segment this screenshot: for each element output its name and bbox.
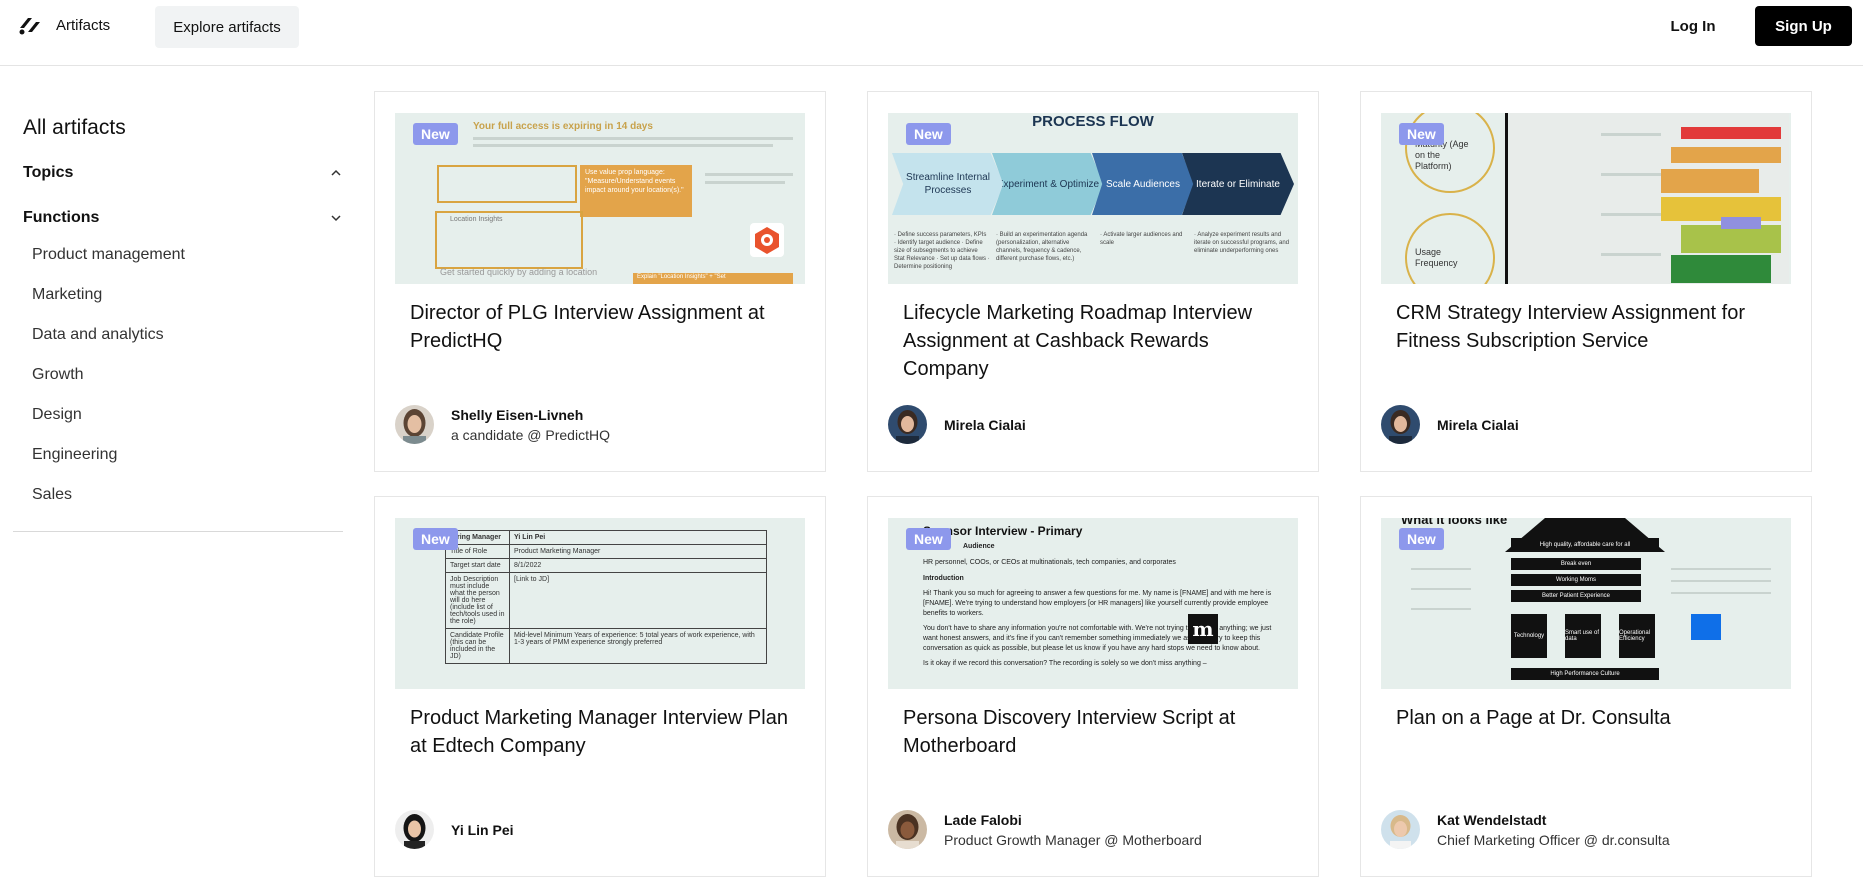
thumb-text: Technology	[1511, 614, 1547, 658]
author-name: Mirela Cialai	[944, 416, 1026, 433]
function-item-design[interactable]: Design	[32, 395, 185, 435]
function-item-engineering[interactable]: Engineering	[32, 435, 185, 475]
thumb-text: Sponsor Interview - Primary Audience HR …	[923, 524, 1272, 667]
function-list: Product management Marketing Data and an…	[32, 235, 185, 515]
new-badge: New	[906, 528, 951, 550]
dr-consulta-logo-icon	[1691, 614, 1721, 640]
author-name: Lade Falobi	[944, 811, 1022, 828]
thumb-step: Experiment & Optimize	[992, 153, 1104, 215]
artifact-title[interactable]: Plan on a Page at Dr. Consulta	[1396, 704, 1791, 732]
author-info: Kat Wendelstadt Chief Marketing Officer …	[1381, 810, 1670, 849]
artifact-card[interactable]: New PROCESS FLOW Streamline Internal Pro…	[867, 91, 1319, 472]
chevron-down-icon	[331, 215, 341, 222]
author-name: Mirela Cialai	[1437, 416, 1519, 433]
author-info: Mirela Cialai	[1381, 405, 1519, 444]
new-badge: New	[413, 123, 458, 145]
motherboard-logo-icon: m	[1188, 614, 1218, 644]
artifacts-logo-icon	[19, 18, 40, 35]
filter-sidebar: All artifacts Topics Functions Product m…	[13, 66, 343, 532]
thumb-text: Smart use of data	[1565, 614, 1601, 658]
functions-toggle[interactable]: Functions	[23, 204, 343, 232]
thumb-text: Get started quickly by adding a location	[440, 267, 598, 277]
author-name: Yi Lin Pei	[451, 821, 514, 838]
thumb-text: Use value prop language: "Measure/Unders…	[585, 169, 684, 194]
thumb-step: Scale Audiences	[1092, 153, 1194, 215]
author-info: Yi Lin Pei	[395, 810, 514, 849]
functions-label: Functions	[23, 209, 100, 226]
avatar	[1381, 810, 1420, 849]
author-name: Kat Wendelstadt	[1437, 811, 1547, 828]
avatar	[395, 405, 434, 444]
thumb-step: Iterate or Eliminate	[1182, 153, 1294, 215]
thumb-text: · Activate larger audiences and scale	[1100, 232, 1183, 246]
login-button[interactable]: Log In	[1660, 8, 1726, 44]
explore-artifacts-button[interactable]: Explore artifacts	[155, 6, 299, 48]
author-role: Product Growth Manager @ Motherboard	[944, 831, 1202, 848]
thumb-text: · Build an experimentation agenda (perso…	[996, 232, 1088, 262]
artifact-card[interactable]: New Sponsor Interview - Primary Audience…	[867, 496, 1319, 877]
artifact-title[interactable]: Lifecycle Marketing Roadmap Interview As…	[903, 299, 1298, 383]
thumb-text: · Define success parameters, KPIs · Iden…	[894, 232, 990, 270]
thumb-text: High quality, affordable care for all	[1511, 538, 1659, 552]
predicthq-logo-icon	[750, 223, 784, 257]
thumb-step: Streamline Internal Processes	[892, 153, 1004, 215]
function-item-growth[interactable]: Growth	[32, 355, 185, 395]
thumb-heading: What it looks like	[1401, 518, 1508, 527]
avatar	[395, 810, 434, 849]
avatar	[888, 405, 927, 444]
artifact-card[interactable]: New Your full access is expiring in 14 d…	[374, 91, 826, 472]
all-artifacts-heading[interactable]: All artifacts	[23, 116, 126, 140]
artifact-thumbnail: New Sponsor Interview - Primary Audience…	[888, 518, 1298, 689]
artifact-thumbnail: New PROCESS FLOW Streamline Internal Pro…	[888, 113, 1298, 284]
author-info: Shelly Eisen-Livneh a candidate @ Predic…	[395, 405, 610, 444]
function-item-product-management[interactable]: Product management	[32, 235, 185, 275]
author-name: Shelly Eisen-Livneh	[451, 406, 584, 423]
thumb-text: Explain "Location Insights" + "Set	[637, 274, 726, 280]
artifact-title[interactable]: Director of PLG Interview Assignment at …	[410, 299, 805, 355]
brand-name: Artifacts	[56, 16, 111, 34]
function-item-marketing[interactable]: Marketing	[32, 275, 185, 315]
artifact-title[interactable]: Persona Discovery Interview Script at Mo…	[903, 704, 1298, 760]
topics-toggle[interactable]: Topics	[23, 159, 343, 187]
thumb-table: Hiring Manager Yi Lin Pei Title of Role Pr…	[445, 530, 767, 664]
new-badge: New	[906, 123, 951, 145]
thumb-text: High Performance Culture	[1511, 668, 1659, 680]
artifact-thumbnail: New Maturity (Age on the Platform) Usage…	[1381, 113, 1791, 284]
artifact-card[interactable]: New Maturity (Age on the Platform) Usage…	[1360, 91, 1812, 472]
topics-label: Topics	[23, 164, 74, 181]
thumb-text: Break even	[1511, 558, 1641, 570]
artifact-thumbnail: New Hiring Manager Yi Lin Pei Title of Ro…	[395, 518, 805, 689]
new-badge: New	[413, 528, 458, 550]
author-role: Chief Marketing Officer @ dr.consulta	[1437, 831, 1670, 848]
author-info: Lade Falobi Product Growth Manager @ Mot…	[888, 810, 1202, 849]
thumb-text: Operational Efficiency	[1619, 614, 1655, 658]
thumb-text: Usage Frequency	[1415, 247, 1458, 268]
artifact-card[interactable]: New Hiring Manager Yi Lin Pei Title of Ro…	[374, 496, 826, 877]
signup-button[interactable]: Sign Up	[1755, 6, 1852, 46]
top-nav: Artifacts Explore artifacts Log In Sign …	[0, 0, 1863, 66]
thumb-text: Better Patient Experience	[1511, 590, 1641, 602]
artifact-thumbnail: New What it looks like High quality, aff…	[1381, 518, 1791, 689]
avatar	[888, 810, 927, 849]
function-item-sales[interactable]: Sales	[32, 475, 185, 515]
new-badge: New	[1399, 528, 1444, 550]
chevron-up-icon	[331, 169, 341, 176]
thumb-text: Your full access is expiring in 14 days	[473, 121, 653, 132]
new-badge: New	[1399, 123, 1444, 145]
author-info: Mirela Cialai	[888, 405, 1026, 444]
artifact-thumbnail: New Your full access is expiring in 14 d…	[395, 113, 805, 284]
brand-link[interactable]: Artifacts	[18, 14, 110, 36]
thumb-text: Location Insights	[450, 216, 503, 223]
thumb-text: Working Moms	[1511, 574, 1641, 586]
avatar	[1381, 405, 1420, 444]
thumb-text: · Analyze experiment results and iterate…	[1194, 232, 1290, 254]
artifact-title[interactable]: Product Marketing Manager Interview Plan…	[410, 704, 805, 760]
artifact-card[interactable]: New What it looks like High quality, aff…	[1360, 496, 1812, 877]
function-item-data-and-analytics[interactable]: Data and analytics	[32, 315, 185, 355]
author-role: a candidate @ PredictHQ	[451, 426, 610, 443]
artifact-title[interactable]: CRM Strategy Interview Assignment for Fi…	[1396, 299, 1791, 355]
